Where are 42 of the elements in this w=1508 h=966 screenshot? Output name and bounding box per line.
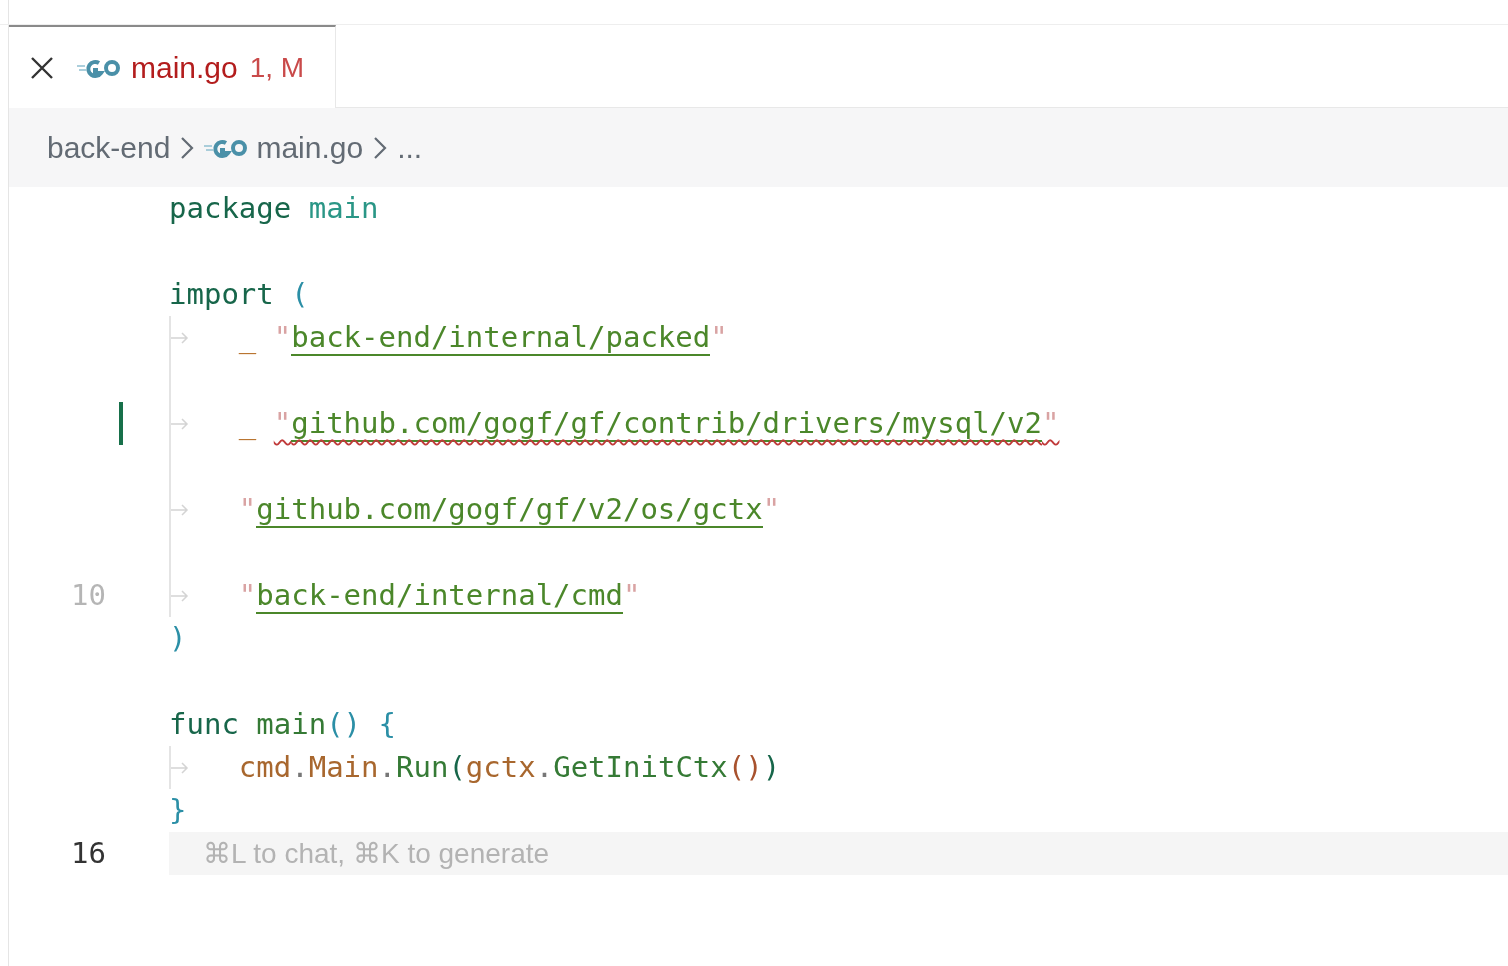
line-number: 10: [70, 576, 106, 614]
code-token: import: [169, 275, 275, 313]
code-token: () {: [326, 705, 396, 743]
import-path[interactable]: "back-end/internal/cmd": [238, 573, 641, 618]
tab-arrow-icon: [171, 761, 189, 774]
code-token: gctx: [465, 748, 536, 786]
import-path[interactable]: "github.com/gogf/gf/v2/os/gctx": [238, 487, 781, 532]
code-token: ): [169, 619, 187, 657]
chevron-right-icon: [180, 134, 195, 161]
tab-arrow-icon: [171, 503, 189, 516]
editor-tab[interactable]: main.go 1, M: [9, 25, 336, 108]
code-token: GetInitCtx: [553, 748, 728, 786]
tab-arrow-icon: [171, 417, 189, 430]
code-token: main: [256, 705, 327, 743]
code-token: func: [169, 705, 240, 743]
import-path[interactable]: "github.com/gogf/gf/contrib/drivers/mysql/v2": [273, 401, 1060, 446]
code-token: .: [535, 748, 554, 786]
code-token: (): [727, 748, 763, 786]
code-token: _: [238, 318, 258, 356]
problem-count-label: 1, M: [249, 50, 305, 85]
close-icon[interactable]: [29, 54, 55, 81]
tab-arrow-icon: [171, 589, 189, 602]
code-token: (: [291, 275, 309, 313]
code-token: }: [169, 791, 187, 829]
import-path[interactable]: "back-end/internal/packed": [273, 315, 728, 360]
code-token: .: [291, 748, 309, 786]
code-token: .: [378, 748, 396, 786]
tab-arrow-icon: [171, 331, 189, 344]
code-token: Run: [396, 748, 449, 786]
code-token: Main: [308, 748, 379, 786]
breadcrumb-item[interactable]: main.go: [204, 125, 364, 170]
code-token: main: [308, 189, 379, 227]
chevron-right-icon: [373, 134, 388, 161]
breadcrumb-item[interactable]: back-end: [47, 125, 171, 170]
code-token: _: [238, 404, 258, 442]
code-token: package: [169, 189, 293, 227]
code-token: ): [762, 748, 781, 786]
breadcrumb-item[interactable]: ...: [397, 125, 423, 170]
code-token: (: [448, 748, 466, 786]
inline-hint: ⌘L to chat, ⌘K to generate: [203, 836, 550, 871]
code-token: cmd: [238, 748, 292, 786]
line-number: 16: [70, 834, 106, 872]
